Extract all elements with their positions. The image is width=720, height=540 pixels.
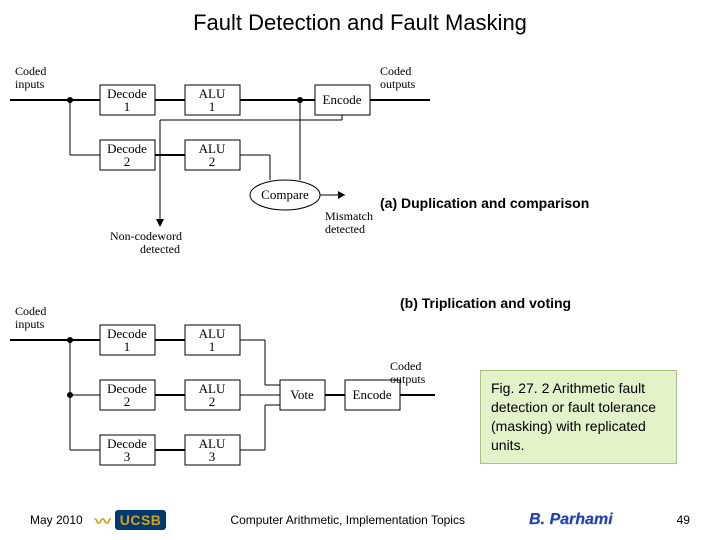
svg-text:Coded: Coded — [390, 359, 421, 373]
svg-text:1: 1 — [124, 339, 131, 354]
ucsb-logo: 〰 UCSB — [95, 508, 167, 532]
svg-text:Coded: Coded — [380, 64, 411, 78]
svg-text:Mismatch: Mismatch — [325, 209, 373, 223]
figure-caption-box: Fig. 27. 2 Arithmetic fault detection or… — [480, 370, 677, 464]
footer-date: May 2010 — [30, 513, 83, 527]
svg-text:Compare: Compare — [261, 187, 309, 202]
svg-text:1: 1 — [209, 99, 216, 114]
svg-text:inputs: inputs — [15, 317, 45, 331]
ucsb-wave-icon: 〰 — [95, 508, 111, 532]
svg-text:detected: detected — [140, 242, 180, 256]
page-number: 49 — [677, 513, 690, 527]
caption-a: (a) Duplication and comparison — [380, 195, 589, 211]
svg-text:3: 3 — [124, 449, 131, 464]
slide-title: Fault Detection and Fault Masking — [0, 10, 720, 36]
svg-text:2: 2 — [124, 154, 131, 169]
svg-text:1: 1 — [209, 339, 216, 354]
diagram-triplication: Coded inputs Decode 1 Decode 2 Decode 3 … — [10, 300, 440, 495]
svg-text:Coded: Coded — [15, 64, 46, 78]
svg-text:2: 2 — [209, 394, 216, 409]
caption-b: (b) Triplication and voting — [400, 295, 571, 311]
svg-text:3: 3 — [209, 449, 216, 464]
footer: May 2010 〰 UCSB Computer Arithmetic, Imp… — [0, 508, 720, 532]
svg-text:Coded: Coded — [15, 304, 46, 318]
diagram-duplication: Coded inputs Decode 1 Decode 2 ALU 1 ALU… — [10, 60, 440, 260]
svg-text:Encode: Encode — [353, 387, 392, 402]
svg-text:2: 2 — [209, 154, 216, 169]
footer-center: Computer Arithmetic, Implementation Topi… — [230, 513, 465, 527]
svg-text:inputs: inputs — [15, 77, 45, 91]
footer-author: B. Parhami — [529, 511, 613, 529]
svg-text:1: 1 — [124, 99, 131, 114]
svg-text:outputs: outputs — [390, 372, 426, 386]
svg-text:Encode: Encode — [323, 92, 362, 107]
svg-text:outputs: outputs — [380, 77, 416, 91]
svg-text:detected: detected — [325, 222, 365, 236]
svg-text:2: 2 — [124, 394, 131, 409]
svg-text:Non-codeword: Non-codeword — [110, 229, 182, 243]
svg-text:Vote: Vote — [290, 387, 314, 402]
